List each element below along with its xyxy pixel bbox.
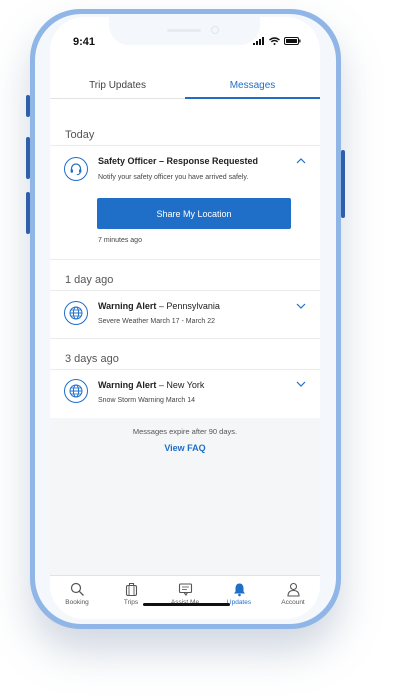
bell-icon — [233, 583, 245, 597]
status-time: 9:41 — [73, 36, 96, 48]
message-subtitle: Severe Weather March 17 - March 22 — [98, 318, 215, 325]
message-warning-new-york[interactable]: Warning Alert – New York Snow Storm Warn… — [50, 370, 320, 418]
message-time: 7 minutes ago — [98, 237, 142, 244]
search-icon — [70, 582, 84, 596]
status-icons — [253, 37, 301, 45]
chevron-down-icon[interactable] — [296, 303, 306, 309]
signal-icon — [253, 37, 264, 45]
section-today: Today — [65, 129, 95, 141]
nav-label: Booking — [65, 599, 89, 606]
chat-icon — [178, 583, 192, 596]
section-three-days: 3 days ago — [65, 353, 119, 365]
messages-footer — [50, 418, 320, 575]
battery-icon — [284, 37, 301, 45]
message-title: Safety Officer – Response Requested — [98, 156, 259, 166]
message-title: Warning Alert – New York — [98, 380, 205, 390]
section-one-day: 1 day ago — [65, 274, 114, 286]
tab-bar: Trip Updates Messages — [50, 74, 320, 99]
person-icon — [286, 582, 300, 597]
tab-trip-updates[interactable]: Trip Updates — [50, 74, 185, 99]
mute-switch — [26, 95, 30, 117]
nav-trips[interactable]: Trips — [104, 576, 158, 619]
expire-note: Messages expire after 90 days. — [132, 427, 238, 436]
tab-messages[interactable]: Messages — [185, 74, 320, 99]
nav-booking[interactable]: Booking — [50, 576, 104, 619]
divider — [50, 338, 320, 339]
message-subtitle: Notify your safety officer you have arri… — [98, 174, 249, 181]
power-button — [341, 150, 345, 218]
bottom-nav: Booking Trips Assist Me — [50, 575, 320, 619]
message-subtitle: Snow Storm Warning March 14 — [98, 397, 195, 404]
app-screen: 9:41 Trip Updates Messages Today Safety … — [50, 17, 320, 619]
home-indicator[interactable] — [143, 603, 230, 606]
nav-label: Updates — [226, 599, 252, 606]
message-warning-pennsylvania[interactable]: Warning Alert – Pennsylvania Severe Weat… — [50, 291, 320, 338]
status-bar: 9:41 — [50, 17, 320, 57]
wifi-icon — [269, 37, 280, 45]
volume-up-button — [26, 137, 30, 179]
nav-label: Trips — [123, 599, 139, 606]
globe-icon — [64, 379, 88, 403]
share-location-button[interactable]: Share My Location — [97, 198, 291, 229]
view-faq-link[interactable]: View FAQ — [50, 443, 320, 453]
nav-account[interactable]: Account — [266, 576, 320, 619]
nav-assist-me[interactable]: Assist Me — [158, 576, 212, 619]
nav-label: Account — [281, 599, 305, 606]
message-title: Warning Alert – Pennsylvania — [98, 301, 220, 311]
chevron-up-icon[interactable] — [296, 158, 306, 164]
divider — [50, 259, 320, 260]
nav-updates[interactable]: Updates — [212, 576, 266, 619]
headset-icon — [64, 157, 88, 181]
chevron-down-icon[interactable] — [296, 381, 306, 387]
luggage-icon — [125, 582, 137, 597]
globe-icon — [64, 301, 88, 325]
volume-down-button — [26, 192, 30, 234]
